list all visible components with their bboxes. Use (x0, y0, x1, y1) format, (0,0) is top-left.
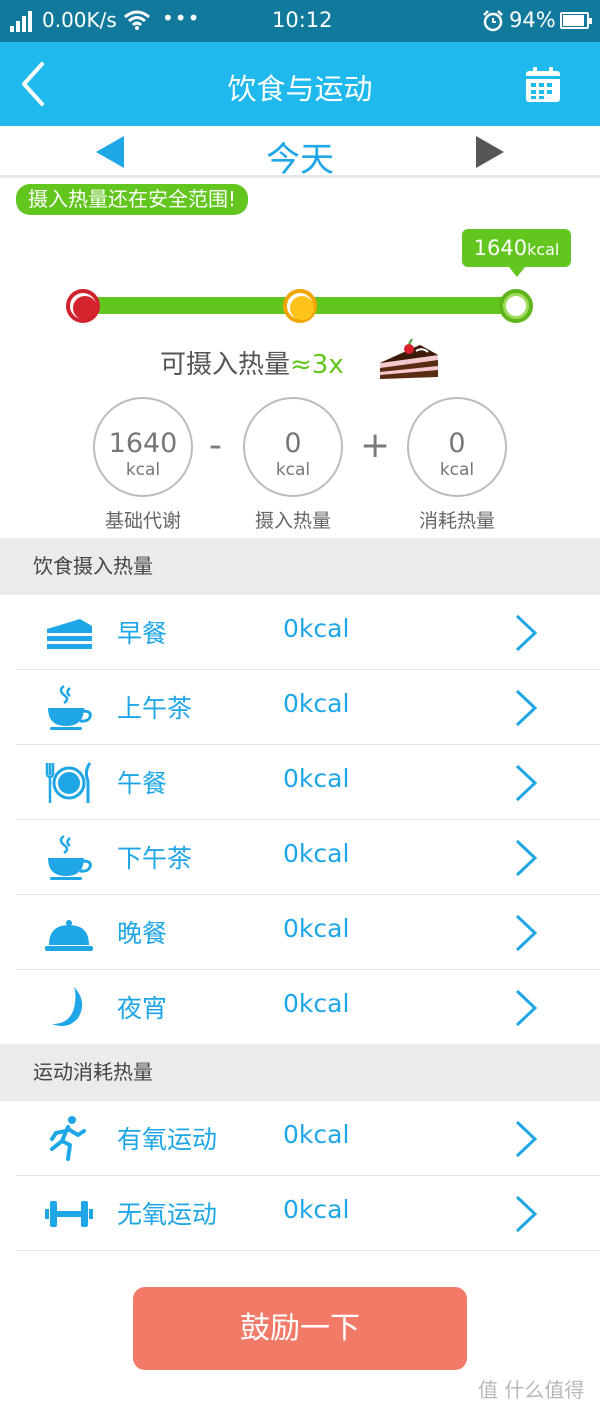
progress-node-yellow (283, 289, 317, 323)
meal-name: 上午茶 (117, 694, 193, 723)
battery-percent: 94% (509, 8, 556, 32)
calorie-bubble-unit: kcal (527, 240, 560, 259)
runner-icon (50, 1116, 86, 1161)
meal-kcal: 0kcal (283, 689, 350, 718)
network-speed: 0.00K/s (42, 8, 117, 32)
chevron-right-icon (515, 914, 538, 952)
chevron-right-icon (515, 839, 538, 877)
meal-kcal: 0kcal (283, 764, 350, 793)
chevron-right-icon (515, 1120, 538, 1158)
cloche-icon (45, 920, 93, 951)
burned-label: 消耗热量 (418, 510, 495, 532)
nav-bar: 饮食与运动 (0, 42, 600, 126)
diet-section-header: 饮食摄入热量 (0, 538, 600, 595)
clock: 10:12 (272, 8, 333, 32)
tea-cup-icon (48, 834, 92, 880)
meal-name: 晚餐 (117, 919, 168, 948)
meal-row-late-snack[interactable]: 夜宵 0kcal (16, 970, 600, 1045)
exercise-name: 无氧运动 (117, 1200, 218, 1229)
date-selector: 今天 (0, 126, 600, 180)
watermark: 值 什么值得买 (478, 1378, 585, 1402)
intake-label: 摄入热量 (254, 510, 331, 532)
basal-label: 基础代谢 (104, 510, 181, 532)
alarm-icon (483, 10, 503, 32)
wifi-icon (124, 10, 150, 30)
minus-sign: - (209, 425, 222, 466)
encourage-button[interactable]: 鼓励一下 (133, 1287, 467, 1370)
plate-cutlery-icon (45, 762, 92, 803)
exercise-section-header: 运动消耗热量 (0, 1044, 600, 1101)
meal-row-morning-tea[interactable]: 上午茶 0kcal (16, 670, 600, 745)
allowance-text: 可摄入热量≈3x (160, 344, 344, 381)
burned-unit: kcal (439, 460, 475, 480)
exercise-kcal: 0kcal (283, 1120, 350, 1149)
meal-row-lunch[interactable]: 午餐 0kcal (16, 745, 600, 820)
meal-row-breakfast[interactable]: 早餐 0kcal (16, 595, 600, 670)
next-day-arrow-icon[interactable] (476, 136, 504, 168)
burned-value: 0 (448, 428, 466, 459)
burned-circle: 0 kcal (407, 397, 507, 497)
chevron-right-icon (515, 614, 538, 652)
meal-kcal: 0kcal (283, 614, 350, 643)
calorie-bubble-value: 1640 (473, 236, 528, 260)
intake-circle: 0 kcal (243, 397, 343, 497)
progress-node-green (499, 289, 533, 323)
meal-kcal: 0kcal (283, 914, 350, 943)
chevron-right-icon (515, 1195, 538, 1233)
battery-icon (560, 12, 592, 29)
exercise-row-aerobic[interactable]: 有氧运动 0kcal (16, 1101, 600, 1176)
meal-name: 夜宵 (117, 994, 168, 1023)
intake-unit: kcal (275, 460, 311, 480)
chevron-right-icon (515, 764, 538, 802)
exercise-row-anaerobic[interactable]: 无氧运动 0kcal (16, 1176, 600, 1251)
basal-unit: kcal (125, 460, 161, 480)
meal-row-afternoon-tea[interactable]: 下午茶 0kcal (16, 820, 600, 895)
status-bar: 0.00K/s ••• 10:12 94% (0, 0, 600, 42)
chevron-right-icon (515, 989, 538, 1027)
page-title: 饮食与运动 (227, 72, 373, 106)
meal-name: 下午茶 (117, 844, 193, 873)
cake-slice-icon (380, 338, 438, 379)
signal-icon (10, 10, 36, 32)
meal-row-dinner[interactable]: 晚餐 0kcal (16, 895, 600, 970)
meal-kcal: 0kcal (283, 839, 350, 868)
tea-cup-icon (48, 684, 92, 730)
meal-kcal: 0kcal (283, 989, 350, 1018)
chevron-right-icon (515, 689, 538, 727)
cake-icon (47, 619, 92, 649)
calorie-bubble: 1640kcal (462, 229, 571, 277)
basal-value: 1640 (108, 428, 178, 459)
more-indicator: ••• (162, 6, 201, 30)
current-date-label: 今天 (266, 140, 334, 180)
moon-icon (52, 987, 83, 1026)
dumbbell-icon (45, 1201, 93, 1227)
basal-metabolism-circle: 1640 kcal (93, 397, 193, 497)
allowance-label: 可摄入热量 (160, 350, 291, 380)
progress-node-red (66, 289, 100, 323)
meal-name: 午餐 (117, 769, 168, 798)
exercise-kcal: 0kcal (283, 1195, 350, 1224)
calendar-icon[interactable] (524, 66, 562, 104)
allowance-multiplier: ≈3x (290, 350, 344, 380)
plus-sign: + (360, 425, 391, 466)
meal-name: 早餐 (117, 619, 168, 648)
safe-range-badge: 摄入热量还在安全范围! (16, 184, 249, 215)
exercise-name: 有氧运动 (117, 1125, 218, 1154)
intake-value: 0 (284, 428, 302, 459)
